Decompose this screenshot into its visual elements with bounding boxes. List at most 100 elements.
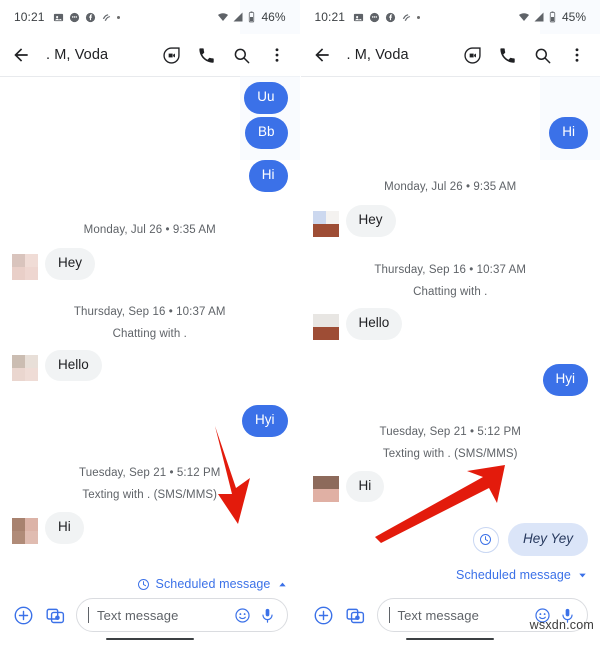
conversation-title[interactable]: . M, Voda [46, 47, 108, 63]
navigation-handle [105, 637, 194, 640]
facebook-notification-icon [385, 12, 396, 22]
message-row[interactable]: Bb [12, 116, 288, 149]
message-row[interactable]: Hyi [12, 405, 288, 438]
notification-icons [353, 12, 421, 23]
signal-icon [534, 12, 544, 22]
gallery-camera-icon[interactable] [44, 604, 66, 626]
misc-notification-icon [102, 13, 110, 21]
message-row[interactable]: Hi [12, 512, 288, 545]
outgoing-bubble[interactable]: Uu [244, 82, 288, 114]
text-message-placeholder: Text message [397, 607, 479, 623]
date-divider: Thursday, Sep 16 • 10:37 AM [73, 305, 226, 318]
chevron-down-icon[interactable] [577, 570, 588, 581]
app-notification-icon [53, 13, 63, 21]
text-message-input[interactable]: Text message [76, 598, 288, 632]
back-arrow-icon[interactable] [10, 44, 32, 66]
app-bar-right: . M, Voda [300, 34, 600, 76]
avatar [12, 253, 38, 280]
app-bar-left: . M, Voda [0, 34, 300, 76]
conversation-subtext: Texting with . (SMS/MMS) [382, 447, 518, 460]
video-call-icon[interactable] [161, 44, 183, 66]
message-row[interactable]: Hyi [313, 363, 588, 396]
phone-screen-right: 10:21 45% . M, Voda Hi Monday, Jul 26 • … [299, 0, 600, 648]
message-row[interactable]: Hello [12, 349, 288, 382]
more-vert-icon[interactable] [566, 44, 588, 66]
incoming-bubble[interactable]: Hello [345, 307, 403, 340]
gallery-camera-icon[interactable] [345, 604, 367, 626]
battery-percentage: 46% [261, 10, 286, 24]
misc-notification-icon [402, 13, 411, 21]
chat-notification-icon [69, 12, 79, 22]
incoming-bubble[interactable]: Hi [345, 470, 385, 503]
conversation-list-left[interactable]: Uu Bb Hi Monday, Jul 26 • 9:35 AM Hey Th… [0, 82, 300, 648]
conversation-title[interactable]: . M, Voda [347, 47, 409, 63]
emoji-icon[interactable] [234, 607, 251, 624]
navigation-handle [406, 637, 495, 640]
source-watermark: wsxdn.com [529, 618, 594, 632]
text-message-placeholder: Text message [97, 607, 179, 623]
video-call-icon[interactable] [461, 44, 483, 66]
search-icon[interactable] [531, 44, 553, 66]
outgoing-bubble[interactable]: Bb [244, 116, 288, 149]
text-caret [88, 607, 89, 623]
scheduled-message-link[interactable]: Scheduled message [12, 575, 288, 593]
app-bar-actions [161, 44, 290, 66]
chevron-up-icon[interactable] [277, 579, 288, 590]
microphone-icon[interactable] [259, 607, 276, 624]
wifi-icon [218, 13, 229, 21]
scheduled-message-label: Scheduled message [456, 568, 571, 583]
message-row[interactable]: Hey [312, 204, 589, 237]
avatar [312, 313, 339, 340]
conversation-list-right[interactable]: Hi Monday, Jul 26 • 9:35 AM Hey Thursday… [301, 117, 600, 648]
avatar [312, 476, 339, 503]
facebook-notification-icon [85, 12, 95, 22]
battery-percentage: 45% [561, 10, 586, 24]
outgoing-bubble[interactable]: Hyi [242, 405, 288, 438]
outgoing-bubble[interactable]: Hi [248, 159, 288, 192]
date-divider: Tuesday, Sep 21 • 5:12 PM [79, 467, 221, 480]
avatar [12, 355, 38, 382]
phone-call-icon[interactable] [496, 44, 518, 66]
phone-call-icon[interactable] [196, 44, 218, 66]
date-divider: Monday, Jul 26 • 9:35 AM [83, 223, 216, 236]
avatar [312, 210, 339, 237]
avatar [12, 518, 38, 545]
chat-notification-icon [369, 12, 380, 22]
status-time: 10:21 [14, 10, 45, 24]
app-bar-actions [461, 44, 590, 66]
message-row[interactable]: Hi [12, 159, 288, 192]
battery-icon [549, 11, 556, 23]
incoming-bubble[interactable]: Hi [45, 512, 84, 545]
back-arrow-icon[interactable] [311, 44, 333, 66]
message-row[interactable]: Hi [312, 470, 589, 503]
notification-icons [53, 12, 120, 23]
message-row[interactable]: Hey [12, 247, 288, 280]
date-divider: Monday, Jul 26 • 9:35 AM [384, 180, 517, 193]
plus-circle-icon[interactable] [313, 604, 335, 626]
status-time: 10:21 [314, 10, 346, 24]
phone-screen-left: 10:21 46% . M, Voda Uu Bb Hi Monday, Jul… [0, 0, 300, 648]
scheduled-pending-row[interactable]: Hey Yey [313, 523, 588, 557]
message-row[interactable]: Uu [12, 82, 288, 114]
scheduled-message-link[interactable]: Scheduled message [313, 566, 589, 584]
incoming-bubble[interactable]: Hey [45, 247, 96, 280]
scheduled-message-bubble[interactable]: Hey Yey [507, 523, 588, 557]
conversation-subtext: Texting with . (SMS/MMS) [82, 489, 218, 502]
message-row[interactable]: Hi [313, 117, 588, 149]
more-vert-icon[interactable] [266, 44, 288, 66]
outgoing-bubble[interactable]: Hi [549, 117, 588, 149]
overflow-dot-icon [417, 15, 421, 19]
status-bar-right: 10:21 45% [301, 0, 600, 34]
battery-icon [249, 11, 255, 23]
plus-circle-icon[interactable] [12, 604, 34, 626]
signal-icon [233, 12, 243, 22]
scheduled-clock-badge[interactable] [472, 526, 499, 553]
overflow-dot-icon [116, 15, 120, 19]
scheduled-message-label: Scheduled message [155, 577, 271, 592]
search-icon[interactable] [231, 44, 253, 66]
incoming-bubble[interactable]: Hello [45, 349, 102, 382]
status-system-icons: 45% [518, 10, 586, 24]
outgoing-bubble[interactable]: Hyi [542, 363, 588, 396]
incoming-bubble[interactable]: Hey [345, 204, 396, 237]
message-row[interactable]: Hello [312, 307, 589, 340]
